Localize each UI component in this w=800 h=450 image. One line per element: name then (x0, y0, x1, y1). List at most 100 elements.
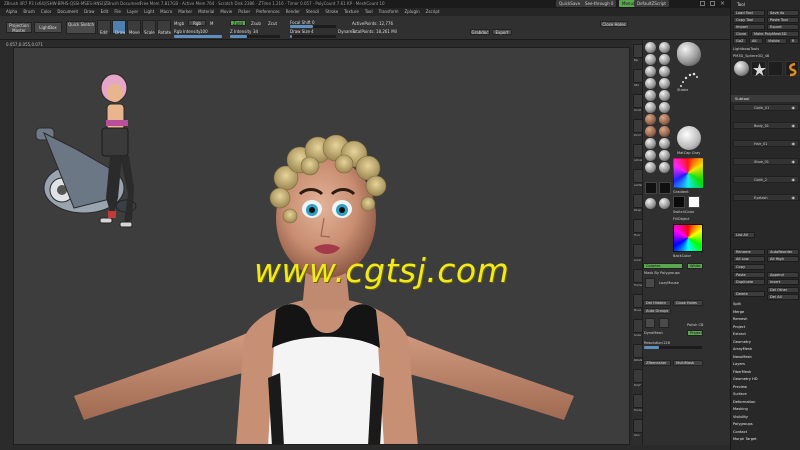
close-holes-button[interactable]: Close Holes (673, 300, 703, 306)
subtool-item[interactable]: Hair_01 ◉ (733, 140, 799, 147)
dynamesh-icon[interactable] (645, 318, 655, 328)
auto-groups-button[interactable]: Auto Groups (643, 308, 671, 314)
goz-button[interactable]: GoZ (733, 38, 747, 44)
mask-icon[interactable] (645, 278, 655, 288)
export-doc-button[interactable]: Export (492, 29, 512, 35)
section-contact[interactable]: Contact (733, 430, 799, 438)
rgb-intensity-slider[interactable] (174, 35, 222, 38)
section-morph-target[interactable]: Morph Target (733, 437, 799, 445)
projection-master-button[interactable]: Projection Master (6, 22, 32, 33)
brush-slot[interactable] (645, 138, 656, 149)
paste-subtool-button[interactable]: Paste (733, 272, 765, 278)
scale-mode-button[interactable]: Scale (142, 20, 156, 35)
texture-slot[interactable] (659, 182, 671, 194)
m-toggle[interactable]: M (210, 21, 213, 26)
section-deformation[interactable]: Deformation (733, 400, 799, 408)
brush-slot[interactable] (645, 126, 656, 137)
menu-stencil[interactable]: Stencil (306, 8, 320, 16)
brush-slot[interactable] (659, 138, 670, 149)
menu-zscript[interactable]: Zscript (426, 8, 440, 16)
menu-layer[interactable]: Layer (127, 8, 138, 16)
section-arraymesh[interactable]: ArrayMesh (733, 347, 799, 355)
see-through-slider[interactable]: See-through 0 (582, 0, 617, 7)
zadd-toggle[interactable]: Zadd (230, 20, 246, 26)
menu-light[interactable]: Light (144, 8, 154, 16)
copy-subtool-button[interactable]: Copy (733, 264, 765, 270)
subtool-item[interactable]: Eyelash ◉ (733, 194, 799, 201)
section-geometry-hd[interactable]: Geometry HD (733, 377, 799, 385)
insert-button[interactable]: Insert (767, 279, 799, 285)
menu-stroke[interactable]: Stroke (325, 8, 338, 16)
brush-slot[interactable] (659, 42, 670, 53)
rename-button[interactable]: Rename (733, 249, 765, 255)
draw-size-slider[interactable] (290, 35, 336, 38)
dynamesh-label[interactable]: DynaMesh (644, 331, 663, 335)
visibility-eye-icon[interactable]: ◉ (792, 105, 796, 111)
menu-tool[interactable]: Tool (365, 8, 373, 16)
mrgb-toggle[interactable]: Mrgb (174, 21, 184, 26)
multimask-button[interactable]: MultiMask (673, 360, 703, 366)
main-color-swatch[interactable] (673, 196, 685, 208)
colorize-toggle[interactable]: Colorize (643, 263, 683, 269)
brush-slot[interactable] (645, 162, 656, 173)
menu-zplugin[interactable]: Zplugin (405, 8, 420, 16)
brush-slot[interactable] (659, 102, 670, 113)
grabdoc-button[interactable]: Grabdoc (470, 29, 490, 35)
minimize-icon[interactable] (700, 1, 705, 6)
menu-picker[interactable]: Picker (238, 8, 250, 16)
load-tool-button[interactable]: Load Tool (733, 10, 765, 16)
section-split[interactable]: Split (733, 302, 799, 310)
autoreorder-button[interactable]: AutoReorder (767, 249, 799, 255)
section-masking[interactable]: Masking (733, 407, 799, 415)
menu-marker[interactable]: Marker (178, 8, 192, 16)
brush-slot[interactable] (645, 42, 656, 53)
all-button[interactable]: All (749, 38, 763, 44)
close-icon[interactable]: × (720, 0, 725, 7)
move-mode-button[interactable]: Move (127, 20, 141, 35)
del-other-button[interactable]: Del Other (767, 287, 799, 293)
brush-slot[interactable] (659, 54, 670, 65)
section-extract[interactable]: Extract (733, 332, 799, 340)
white-fill-button[interactable]: White (687, 263, 703, 269)
delete-button[interactable]: Delete (733, 291, 765, 297)
visibility-eye-icon[interactable]: ◉ (792, 123, 796, 129)
menu-document[interactable]: Document (57, 8, 78, 16)
texture-sphere-icon[interactable] (659, 198, 670, 209)
zremesher-icon[interactable] (659, 318, 669, 328)
tool-thumb-figure[interactable] (768, 61, 783, 76)
duplicate-button[interactable]: Duplicate (733, 279, 765, 285)
edit-mode-button[interactable]: Edit (97, 20, 111, 35)
section-remesh[interactable]: Remesh (733, 317, 799, 325)
close-holes-shelf-button[interactable]: Close Holes (600, 21, 628, 27)
brush-slot[interactable] (659, 90, 670, 101)
zsub-toggle[interactable]: Zsub (251, 21, 261, 26)
material-preview[interactable] (677, 126, 701, 150)
clone-button[interactable]: Clone (733, 31, 749, 37)
polish-cb-label[interactable]: Polish CB (687, 323, 704, 327)
subtool-item[interactable]: Cloth_01 ◉ (733, 104, 799, 111)
zremesher-button[interactable]: ZRemesher (643, 360, 671, 366)
focal-shift-slider[interactable] (290, 25, 336, 28)
brush-slot[interactable] (659, 162, 670, 173)
del-all-button[interactable]: Del All (767, 294, 799, 300)
resolution-slider[interactable] (644, 346, 702, 349)
quicksave-button[interactable]: QuickSave (556, 0, 584, 7)
subtool-item[interactable]: Shoe_01 ◉ (733, 158, 799, 165)
document-canvas[interactable]: www.cgtsj.com (13, 47, 630, 445)
alpha-slot[interactable] (645, 182, 657, 194)
menu-color[interactable]: Color (41, 8, 51, 16)
brush-slot[interactable] (645, 150, 656, 161)
menu-material[interactable]: Material (198, 8, 214, 16)
brush-slot[interactable] (659, 66, 670, 77)
visibility-eye-icon[interactable]: ◉ (792, 177, 796, 183)
section-preview[interactable]: Preview (733, 385, 799, 393)
lightbox-tools-link[interactable]: Lightbox▸Tools (733, 47, 759, 51)
visibility-eye-icon[interactable]: ◉ (792, 141, 796, 147)
tool-thumb-star[interactable] (751, 61, 766, 76)
visibility-eye-icon[interactable]: ◉ (792, 195, 796, 201)
draw-mode-button[interactable]: Draw (112, 20, 126, 35)
section-layers[interactable]: Layers (733, 362, 799, 370)
lightbox-button[interactable]: LightBox (34, 22, 62, 33)
del-hidden-button[interactable]: Del Hidden (643, 300, 671, 306)
menu-brush[interactable]: Brush (23, 8, 35, 16)
